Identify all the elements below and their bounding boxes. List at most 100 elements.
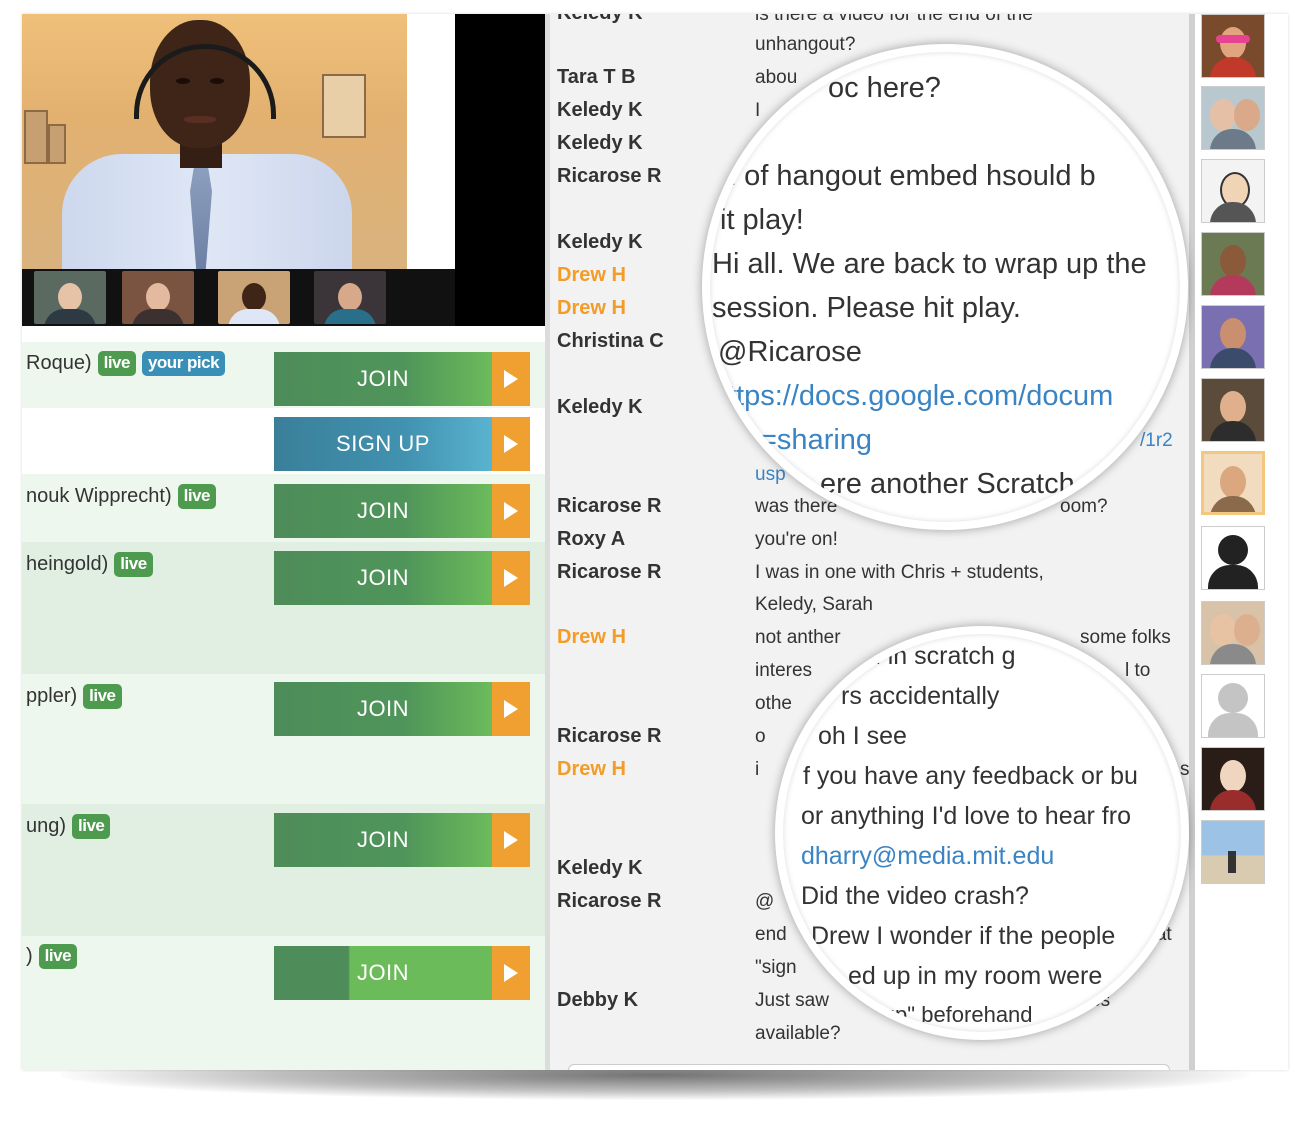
session-title: ) [26, 945, 33, 967]
avatar[interactable] [1201, 820, 1265, 884]
session-title: ppler) [26, 685, 78, 707]
chat-author: Debby K [557, 989, 639, 1011]
join-button[interactable]: JOIN [274, 484, 530, 538]
chat-message: "sign [755, 957, 797, 978]
video-panel [22, 14, 545, 326]
magnified-text: ed in scratch g [853, 642, 1016, 670]
join-button[interactable]: JOIN [274, 813, 530, 867]
magnified-text: it play! [720, 204, 804, 236]
participant-thumbnails [22, 269, 455, 326]
session-row: Roque) live your pick JOIN [22, 342, 545, 408]
chat-message: not anther [755, 627, 841, 648]
chat-author: Drew H [557, 626, 626, 648]
session-title: Roque) [26, 352, 92, 374]
magnified-text: oh I see [818, 722, 907, 750]
session-title: nouk Wipprecht) [26, 485, 172, 507]
session-list: Roque) live your pick JOIN SIGN UP nouk … [22, 342, 545, 1070]
magnified-text: or anything I'd love to hear fro [801, 802, 1131, 830]
participant-avatars [1195, 14, 1288, 1070]
chat-link[interactable]: usp [755, 464, 786, 486]
chat-message: available? [755, 1023, 841, 1044]
live-badge: live [114, 552, 153, 577]
arrow-right-icon [492, 352, 530, 406]
magnified-text: Drew I wonder if the people [811, 922, 1116, 950]
participant-thumb[interactable] [122, 271, 194, 324]
chat-author: Keledy K [557, 14, 643, 25]
avatar[interactable] [1201, 747, 1265, 811]
video-sidebar [455, 14, 545, 326]
arrow-right-icon [492, 551, 530, 605]
chat-input[interactable] [568, 1064, 1170, 1070]
join-button[interactable]: JOIN [274, 946, 530, 1000]
join-button[interactable]: JOIN [274, 682, 530, 736]
wall-picture [322, 74, 366, 138]
chat-message: end [755, 924, 787, 945]
arrow-right-icon [492, 946, 530, 1000]
live-badge: live [83, 684, 122, 709]
chat-message: o [755, 726, 766, 747]
sign-up-button[interactable]: SIGN UP [274, 417, 530, 471]
magnifier-bottom: ed in scratch g rs accidentally oh I see… [775, 626, 1189, 1040]
join-button[interactable]: JOIN [274, 352, 530, 406]
avatar[interactable] [1201, 159, 1265, 223]
participant-thumb[interactable] [218, 271, 290, 324]
avatar[interactable] [1201, 232, 1265, 296]
magnified-text: rs accidentally [841, 682, 1000, 710]
magnified-text: "up" beforehand [875, 1002, 1033, 1027]
chat-author: Keledy K [557, 99, 643, 121]
chat-author: Ricarose R [557, 561, 662, 583]
chat-message: I was in one with Chris + students, [755, 562, 1044, 583]
wall-picture [24, 110, 48, 164]
session-row: ppler) live JOIN [22, 674, 545, 804]
magnified-text: session. Please hit play. [712, 292, 1021, 324]
join-button[interactable]: JOIN [274, 551, 530, 605]
avatar-selected[interactable] [1201, 451, 1265, 515]
magnified-text: f you have any feedback or bu [803, 762, 1138, 790]
chat-message: abou [755, 67, 798, 88]
avatar[interactable] [1201, 305, 1265, 369]
your-pick-badge: your pick [141, 351, 226, 376]
participant-thumb[interactable] [34, 271, 106, 324]
default-avatar-icon[interactable] [1201, 526, 1265, 590]
chat-author: Keledy K [557, 857, 643, 879]
session-title: ung) [26, 815, 67, 837]
magnified-link[interactable]: =sharing [760, 424, 872, 457]
magnified-email-link[interactable]: dharry@media.mit.edu [801, 842, 1054, 871]
magnified-text: ere another Scratch [820, 468, 1075, 500]
unhangout-window: Roque) live your pick JOIN SIGN UP nouk … [22, 14, 1288, 1070]
avatar[interactable] [1201, 601, 1265, 665]
chat-author: Drew H [557, 758, 626, 780]
chat-author: Christina C [557, 330, 664, 352]
chat-link[interactable]: /1r2 [1140, 430, 1173, 452]
avatar[interactable] [1201, 378, 1265, 442]
session-row: ung) live JOIN [22, 804, 545, 936]
chat-message: interes [755, 660, 813, 681]
arrow-right-icon [492, 682, 530, 736]
session-row: nouk Wipprecht) live JOIN [22, 474, 545, 542]
participant-thumb[interactable] [314, 271, 386, 324]
magnified-text: ed up in my room were [848, 962, 1103, 990]
magnified-link[interactable]: ttps://docs.google.com/docum [728, 380, 1113, 413]
live-badge: live [97, 351, 136, 376]
chat-panel: Keledy K is there a video for the end of… [545, 14, 1195, 1070]
live-badge: live [38, 944, 78, 969]
default-avatar-icon[interactable] [1201, 674, 1265, 738]
session-row: heingold) live JOIN [22, 542, 545, 674]
live-badge: live [72, 814, 111, 839]
magnified-text: Did the video crash? [801, 882, 1029, 910]
session-row: SIGN UP [22, 408, 545, 474]
chat-message: is there a video for the end of the [755, 14, 1033, 25]
avatar[interactable] [1201, 86, 1265, 150]
chat-message: unhangout? [755, 34, 856, 55]
avatar[interactable] [1201, 14, 1265, 78]
live-badge: live [177, 484, 216, 509]
chat-author: Keledy K [557, 396, 643, 418]
chat-message: I [755, 100, 761, 121]
chat-author: Keledy K [557, 132, 643, 154]
chat-author: Tara T B [557, 66, 636, 88]
chat-message: othe [755, 693, 792, 714]
magnifier-top: oc here? d of hangout embed hsould b it … [702, 44, 1188, 530]
chat-author: Ricarose R [557, 165, 662, 187]
chat-author: Roxy A [557, 528, 626, 550]
main-video-feed[interactable] [22, 14, 407, 269]
